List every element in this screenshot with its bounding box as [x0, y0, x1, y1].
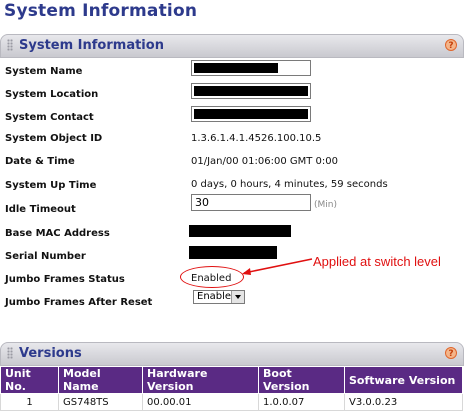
versions-panel-header: Versions ?	[0, 342, 464, 366]
annotation-arrow	[242, 258, 313, 275]
system-object-id-value: 1.3.6.1.4.1.4526.100.10.5	[191, 133, 322, 144]
system-contact-label: System Contact	[5, 112, 94, 123]
system-name-field[interactable]	[191, 60, 311, 76]
help-icon[interactable]: ?	[445, 39, 457, 51]
jumbo-frames-status-label: Jumbo Frames Status	[5, 274, 125, 285]
jumbo-frames-after-reset-label: Jumbo Frames After Reset	[5, 297, 153, 308]
base-mac-label: Base MAC Address	[5, 228, 110, 239]
system-location-label: System Location	[5, 89, 99, 100]
help-icon[interactable]: ?	[445, 347, 457, 359]
column-header: Model Name	[58, 366, 143, 394]
annotation-text: Applied at switch level	[313, 254, 441, 269]
redacted-value	[189, 225, 291, 237]
versions-panel-title: Versions	[19, 346, 82, 361]
boot-version-cell: 1.0.0.07	[258, 393, 345, 411]
drag-grip-icon	[7, 347, 13, 359]
up-time-label: System Up Time	[5, 180, 97, 191]
table-header-row: Unit No. Model Name Hardware Version Boo…	[0, 366, 463, 394]
column-header: Unit No.	[0, 366, 59, 394]
system-info-panel-header: System Information ?	[0, 34, 464, 58]
unit-no-cell: 1	[0, 393, 59, 411]
up-time-value: 0 days, 0 hours, 4 minutes, 59 seconds	[191, 179, 388, 190]
date-time-value: 01/Jan/00 01:06:00 GMT 0:00	[191, 156, 338, 167]
system-info-panel-title: System Information	[19, 38, 164, 53]
redacted-value	[194, 63, 278, 73]
select-value: Enable	[197, 291, 232, 302]
annotation-ellipse	[180, 266, 244, 288]
system-object-id-label: System Object ID	[5, 133, 103, 144]
column-header: Boot Version	[258, 366, 345, 394]
hardware-version-cell: 00.00.01	[142, 393, 259, 411]
date-time-label: Date & Time	[5, 156, 75, 167]
versions-table: Unit No. Model Name Hardware Version Boo…	[0, 366, 463, 411]
column-header: Hardware Version	[142, 366, 259, 394]
page-title: System Information	[4, 1, 198, 21]
serial-number-label: Serial Number	[5, 251, 86, 262]
drag-grip-icon	[7, 39, 13, 51]
system-name-label: System Name	[5, 66, 83, 77]
redacted-value	[194, 109, 308, 119]
chevron-down-icon[interactable]	[231, 291, 244, 303]
idle-timeout-label: Idle Timeout	[5, 204, 76, 215]
system-location-field[interactable]	[191, 83, 311, 99]
jumbo-after-reset-select[interactable]: Enable	[193, 290, 245, 304]
system-contact-field[interactable]	[191, 106, 311, 122]
table-row: 1 GS748TS 00.00.01 1.0.0.07 V3.0.0.23	[0, 393, 463, 411]
model-name-cell: GS748TS	[58, 393, 143, 411]
software-version-cell: V3.0.0.23	[344, 393, 463, 411]
idle-timeout-input[interactable]	[191, 194, 311, 211]
column-header: Software Version	[344, 366, 463, 394]
redacted-value	[194, 86, 308, 96]
idle-timeout-unit: (Min)	[314, 200, 337, 210]
